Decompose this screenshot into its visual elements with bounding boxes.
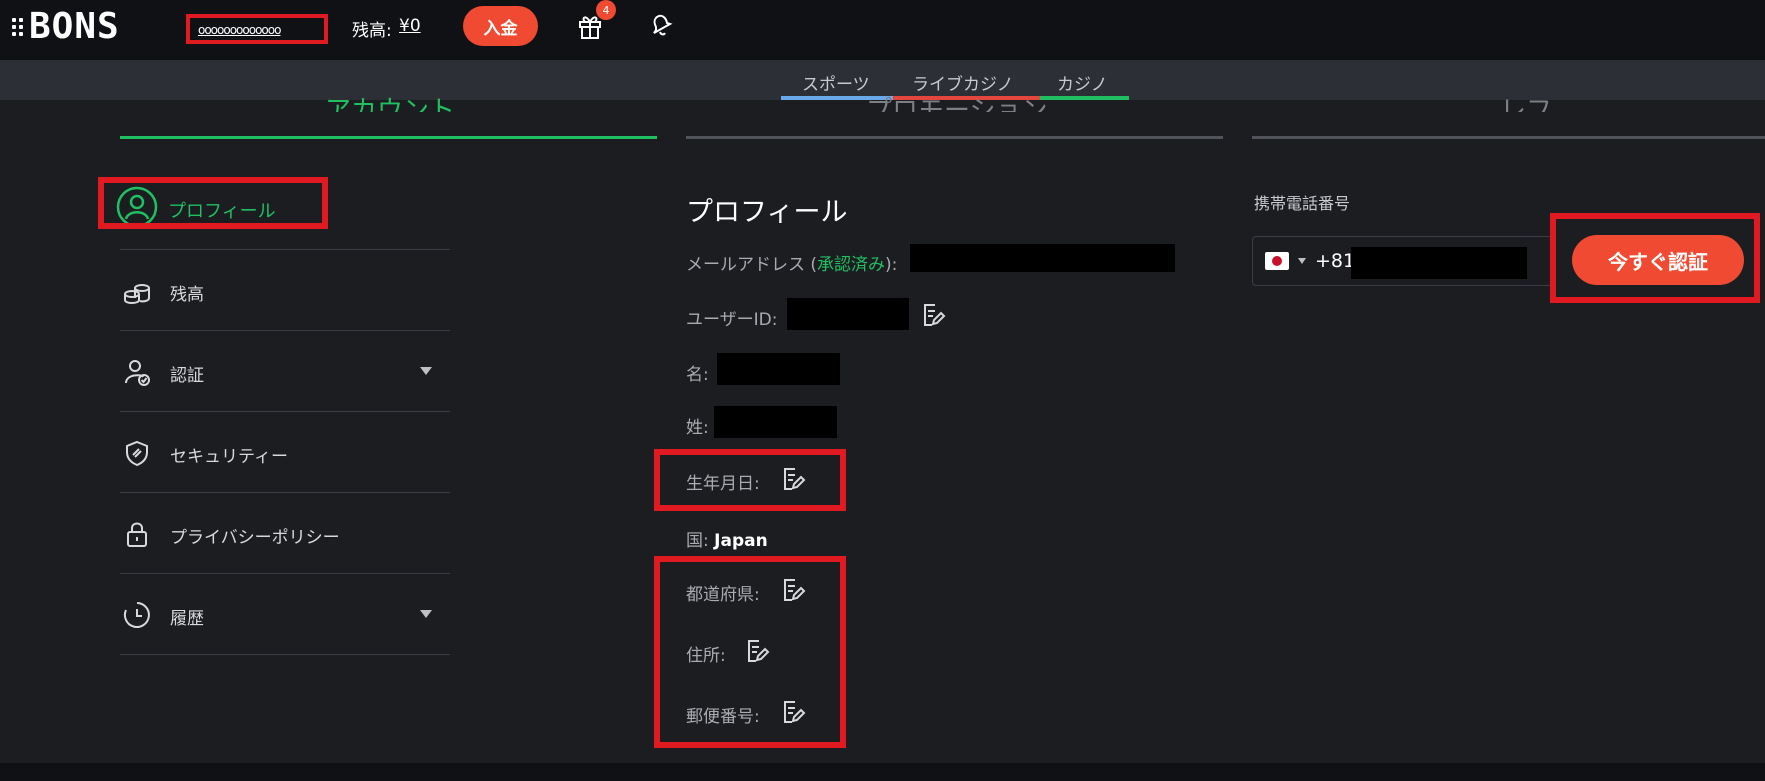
section-line-account bbox=[120, 136, 657, 139]
section-title-third[interactable]: レフ bbox=[1500, 90, 1552, 112]
country-label: 国: bbox=[686, 531, 709, 551]
country-value: Japan bbox=[714, 531, 768, 551]
sidebar-item-security[interactable]: セキュリティー bbox=[120, 412, 450, 493]
phone-country-code: +81 bbox=[1315, 250, 1356, 272]
lock-icon bbox=[127, 522, 147, 547]
bell-icon[interactable] bbox=[648, 10, 678, 40]
first-name-field: 名: bbox=[686, 360, 709, 385]
phone-label: 携帯電話番号 bbox=[1254, 194, 1351, 213]
email-redaction bbox=[910, 244, 1175, 272]
site-logo[interactable]: BONS bbox=[12, 6, 157, 47]
email-field: メールアドレス (承認済み): bbox=[686, 250, 897, 275]
section-line-promotions bbox=[686, 136, 1223, 139]
top-header: BONS ooooooooooooo 残高: ¥0 入金 4 bbox=[0, 0, 1765, 60]
userid-label: ユーザーID: bbox=[686, 310, 778, 330]
gift-badge: 4 bbox=[596, 0, 616, 20]
logo-dots bbox=[12, 18, 23, 36]
logo-text: BONS bbox=[29, 6, 120, 47]
email-verified-badge: 承認済み bbox=[817, 255, 886, 275]
sidebar-item-verification[interactable]: 認証 bbox=[120, 331, 450, 412]
birthdate-highlight bbox=[654, 449, 846, 511]
last-name-field: 姓: bbox=[686, 413, 709, 438]
phone-input[interactable]: +81 bbox=[1252, 236, 1552, 286]
country-field: 国: Japan bbox=[686, 526, 768, 551]
history-icon bbox=[123, 602, 150, 628]
sidebar-item-label: 履歴 bbox=[170, 609, 204, 629]
profile-heading: プロフィール bbox=[686, 197, 848, 228]
last-name-redaction bbox=[714, 406, 837, 438]
sidebar-item-balance[interactable]: 残高 bbox=[120, 250, 450, 331]
last-name-label: 姓: bbox=[686, 418, 709, 438]
coins-icon bbox=[124, 284, 150, 304]
user-check-icon bbox=[125, 360, 150, 386]
phone-redaction bbox=[1351, 247, 1527, 279]
sidebar-item-history[interactable]: 履歴 bbox=[120, 574, 450, 655]
chevron-down-icon[interactable] bbox=[420, 367, 432, 375]
tab-sports[interactable]: スポーツ bbox=[802, 70, 870, 95]
username-highlight[interactable]: ooooooooooooo bbox=[186, 14, 328, 44]
sidebar-item-label: 認証 bbox=[170, 366, 204, 386]
email-label: メールアドレス ( bbox=[686, 255, 818, 275]
userid-redaction bbox=[787, 298, 909, 330]
sidebar-item-label: プライバシーポリシー bbox=[170, 528, 340, 548]
japan-flag-icon[interactable] bbox=[1265, 252, 1289, 270]
sidebar-item-label: 残高 bbox=[170, 285, 204, 305]
sidebar-item-privacy[interactable]: プライバシーポリシー bbox=[120, 493, 450, 574]
profile-highlight bbox=[98, 177, 328, 229]
section-line-third bbox=[1252, 136, 1765, 139]
section-title-promotions[interactable]: プロモーション bbox=[866, 90, 1047, 112]
username[interactable]: ooooooooooooo bbox=[198, 23, 281, 37]
tab-casino[interactable]: カジノ bbox=[1057, 70, 1108, 95]
shield-icon bbox=[126, 440, 148, 467]
first-name-redaction bbox=[717, 353, 840, 385]
first-name-label: 名: bbox=[686, 365, 709, 385]
chevron-down-icon[interactable] bbox=[420, 610, 432, 618]
address-group-highlight bbox=[654, 556, 846, 748]
sidebar-item-label: セキュリティー bbox=[170, 447, 288, 467]
chevron-down-icon[interactable] bbox=[1298, 258, 1306, 264]
tab-casino-underline bbox=[1040, 96, 1129, 100]
email-label-suffix: ): bbox=[885, 255, 898, 275]
edit-icon[interactable] bbox=[920, 302, 946, 328]
balance-value[interactable]: ¥0 bbox=[399, 16, 421, 36]
verify-now-button[interactable]: 今すぐ認証 bbox=[1572, 235, 1744, 285]
footer-strip bbox=[0, 763, 1765, 781]
userid-field: ユーザーID: bbox=[686, 305, 778, 330]
deposit-button[interactable]: 入金 bbox=[463, 6, 538, 46]
section-title-account[interactable]: アカウント bbox=[325, 90, 455, 112]
balance-label: 残高: bbox=[352, 21, 392, 41]
